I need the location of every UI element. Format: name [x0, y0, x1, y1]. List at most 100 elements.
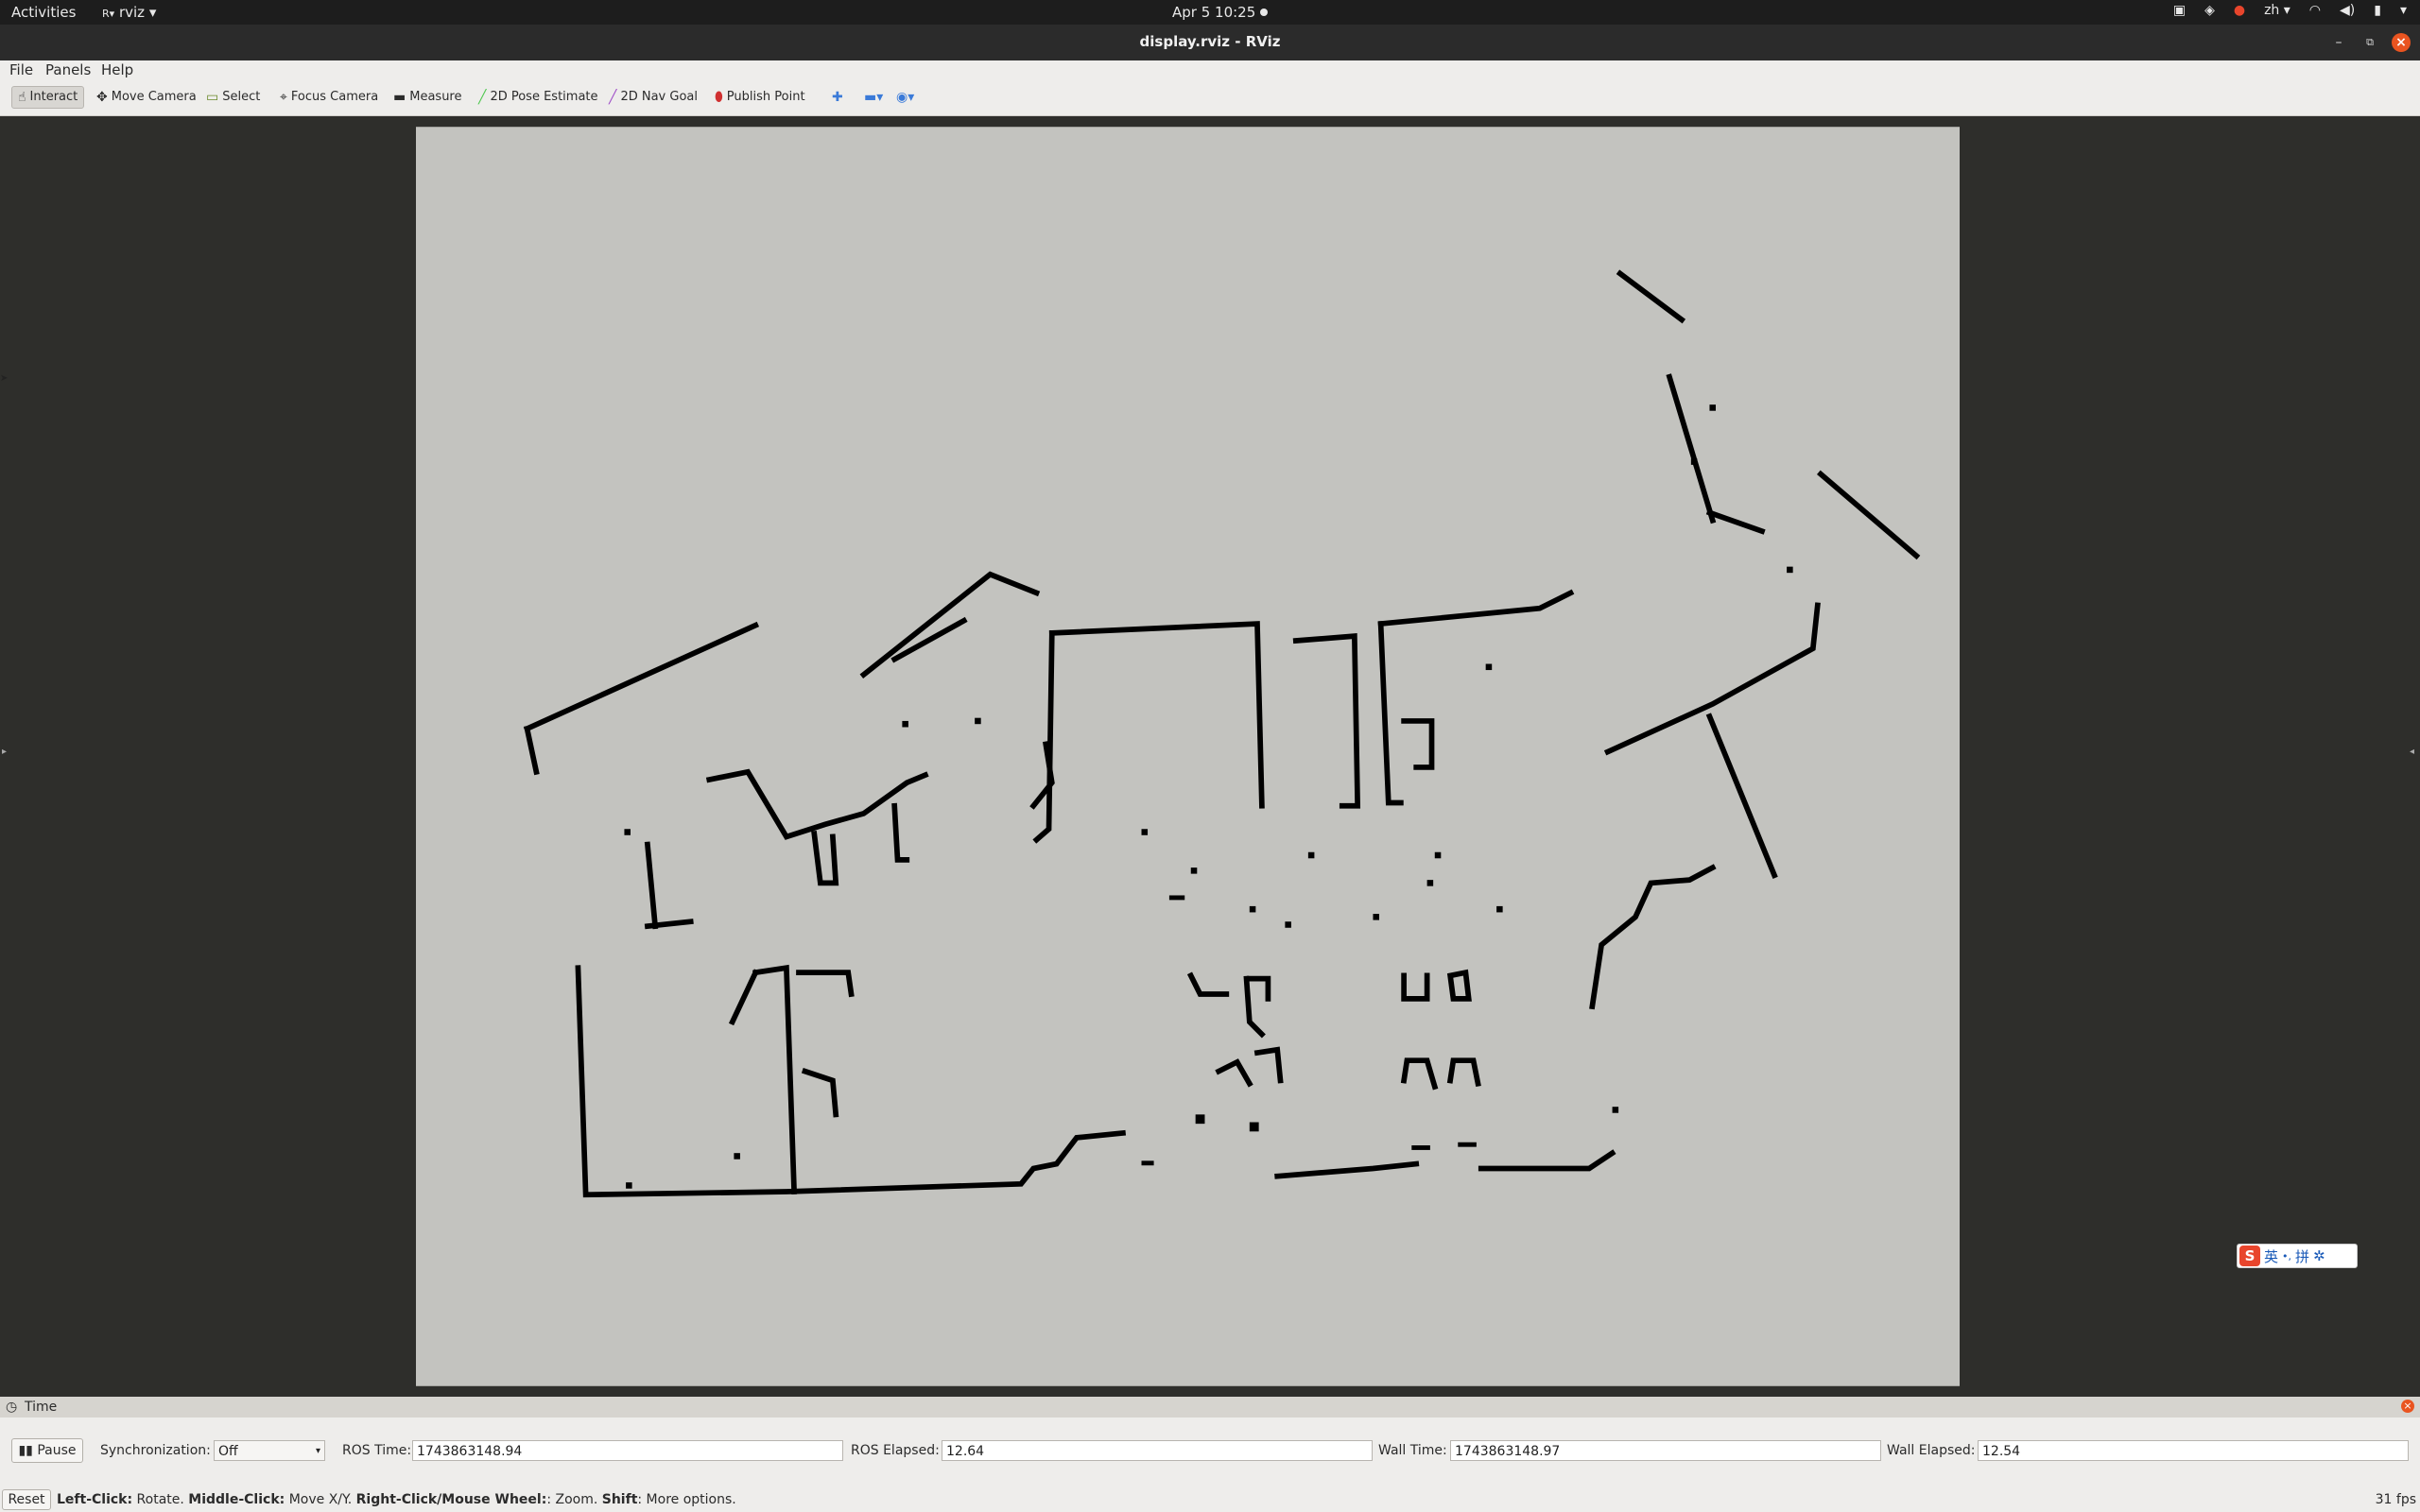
- plus-icon: ✚: [832, 90, 843, 105]
- left-click-hint: Left-Click:: [57, 1492, 133, 1507]
- map-cell: [1249, 1122, 1259, 1132]
- sogou-tray-icon[interactable]: ●: [2234, 3, 2245, 18]
- publish-point-tool-button[interactable]: ⬮ Publish Point: [715, 87, 805, 108]
- app-menu-label: rviz: [118, 4, 146, 21]
- hand-pointer-icon: ☝: [18, 90, 26, 105]
- pose-estimate-label: 2D Pose Estimate: [490, 90, 598, 104]
- measure-tool-button[interactable]: ▬ Measure: [393, 87, 461, 108]
- time-panel: ▮▮ Pause Synchronization: Off ▾ ROS Time…: [0, 1418, 2420, 1486]
- menu-file[interactable]: File: [9, 61, 33, 78]
- map-cell: [1485, 663, 1493, 671]
- chevron-down-icon: ▾: [315, 1446, 320, 1456]
- menu-help[interactable]: Help: [101, 61, 133, 78]
- pose-estimate-tool-button[interactable]: ╱ 2D Pose Estimate: [478, 87, 598, 108]
- ros-elapsed-field[interactable]: 12.64: [942, 1440, 1373, 1461]
- app-menu[interactable]: R▾ rviz ▾: [102, 4, 156, 21]
- ros-time-field[interactable]: 1743863148.94: [412, 1440, 843, 1461]
- left-click-action: Rotate.: [132, 1492, 189, 1507]
- clock[interactable]: Apr 5 10:25: [1172, 4, 1255, 21]
- ime-lang-toggle[interactable]: 英: [2264, 1246, 2278, 1266]
- wall-elapsed-field[interactable]: 12.54: [1978, 1440, 2409, 1461]
- clock-icon: ◷: [6, 1400, 18, 1415]
- camera-icon[interactable]: ▣: [2173, 3, 2186, 18]
- move-camera-tool-button[interactable]: ✥ Move Camera: [96, 87, 197, 108]
- system-top-bar: Activities R▾ rviz ▾ Apr 5 10:25 ▣ ◈ ● z…: [0, 0, 2420, 25]
- add-tool-button[interactable]: ✚: [832, 87, 843, 108]
- map-cell: [626, 1182, 632, 1189]
- gear-icon[interactable]: ✲: [2313, 1247, 2325, 1264]
- map-cell: [1709, 404, 1716, 411]
- status-bar: Reset Left-Click: Rotate. Middle-Click: …: [0, 1486, 2420, 1512]
- wall-time-field[interactable]: 1743863148.97: [1450, 1440, 1881, 1461]
- pause-label: Pause: [37, 1443, 77, 1458]
- tool-properties-button[interactable]: ◉▾: [896, 87, 914, 108]
- interact-tool-button[interactable]: ☝ Interact: [11, 86, 85, 109]
- ime-mode-toggle[interactable]: 拼: [2295, 1246, 2309, 1266]
- ime-punctuation-toggle[interactable]: •,: [2282, 1250, 2291, 1263]
- shift-action: : More options.: [637, 1492, 736, 1507]
- close-button[interactable]: ×: [2392, 33, 2411, 52]
- nav-goal-label: 2D Nav Goal: [620, 90, 698, 104]
- focus-camera-tool-button[interactable]: ⌖ Focus Camera: [280, 87, 378, 108]
- activities-button[interactable]: Activities: [11, 4, 76, 21]
- wifi-icon[interactable]: ◠: [2309, 3, 2321, 18]
- sogou-logo-icon: S: [2239, 1246, 2260, 1266]
- map-cell: [1249, 905, 1256, 913]
- reset-button[interactable]: Reset: [2, 1489, 51, 1510]
- mouse-hint: Left-Click: Rotate. Middle-Click: Move X…: [57, 1492, 736, 1507]
- map-cell: [1496, 905, 1503, 913]
- time-panel-header: ◷ Time ×: [0, 1397, 2420, 1418]
- pause-icon: ▮▮: [18, 1443, 33, 1458]
- left-dock-handle[interactable]: ▸: [2, 747, 9, 757]
- nav-goal-tool-button[interactable]: ╱ 2D Nav Goal: [609, 87, 698, 108]
- remove-tool-button[interactable]: ▬▾: [864, 87, 883, 108]
- ros-time-label: ROS Time:: [342, 1443, 412, 1458]
- pause-button[interactable]: ▮▮ Pause: [11, 1438, 83, 1463]
- select-tool-button[interactable]: ▭ Select: [206, 87, 260, 108]
- map-cell: [1195, 1114, 1205, 1125]
- right-click-action: : Zoom.: [546, 1492, 602, 1507]
- sogou-ime-toolbar[interactable]: S 英 •, 拼 ✲: [2237, 1244, 2358, 1268]
- map-cell: [1690, 458, 1698, 465]
- map-cell: [1458, 1142, 1477, 1147]
- cat-icon[interactable]: ◈: [2204, 3, 2215, 18]
- select-label: Select: [222, 90, 261, 104]
- window-title: display.rviz - RViz: [1139, 33, 1281, 50]
- map-cell: [1141, 1160, 1154, 1166]
- right-dock-handle[interactable]: ◂: [2410, 747, 2417, 757]
- tool-bar: ☝ Interact ✥ Move Camera ▭ Select ⌖ Focu…: [0, 79, 2420, 116]
- close-panel-icon[interactable]: ×: [2401, 1400, 2414, 1413]
- minimize-button[interactable]: –: [2329, 33, 2348, 52]
- map-cell: [1787, 566, 1793, 574]
- notification-dot-icon: [1260, 9, 1268, 16]
- chevron-down-icon[interactable]: ▾: [2400, 3, 2407, 18]
- occupancy-map: [416, 127, 1960, 1386]
- ros-elapsed-label: ROS Elapsed:: [851, 1443, 940, 1458]
- publish-point-label: Publish Point: [726, 90, 805, 104]
- render-view[interactable]: S 英 •, 拼 ✲: [15, 117, 2403, 1386]
- language-label: zh: [2264, 3, 2280, 18]
- wall-time-label: Wall Time:: [1378, 1443, 1447, 1458]
- map-cell: [1285, 921, 1291, 928]
- map-cell: [1426, 880, 1434, 886]
- map-cell: [624, 829, 631, 835]
- sync-label: Synchronization:: [100, 1443, 211, 1458]
- map-cell: [1411, 1145, 1430, 1150]
- volume-icon[interactable]: ◀): [2340, 3, 2355, 18]
- eye-icon: ◉▾: [896, 90, 915, 105]
- shift-hint: Shift: [601, 1492, 638, 1507]
- language-indicator[interactable]: zh ▾: [2264, 3, 2290, 18]
- battery-icon[interactable]: ▮: [2374, 3, 2381, 18]
- middle-click-action: Move X/Y.: [285, 1492, 356, 1507]
- menu-panels[interactable]: Panels: [45, 61, 91, 78]
- sync-select[interactable]: Off ▾: [214, 1440, 325, 1461]
- map-cell: [734, 1153, 740, 1160]
- move-camera-label: Move Camera: [111, 90, 197, 104]
- maximize-button[interactable]: ⧉: [2360, 33, 2379, 52]
- select-box-icon: ▭: [206, 90, 219, 105]
- interact-tool-label: Interact: [29, 90, 78, 104]
- rviz-app-icon: R▾: [102, 8, 115, 20]
- move-camera-icon: ✥: [96, 90, 108, 105]
- window-title-bar: display.rviz - RViz – ⧉ ×: [0, 25, 2420, 60]
- sync-value: Off: [218, 1444, 238, 1459]
